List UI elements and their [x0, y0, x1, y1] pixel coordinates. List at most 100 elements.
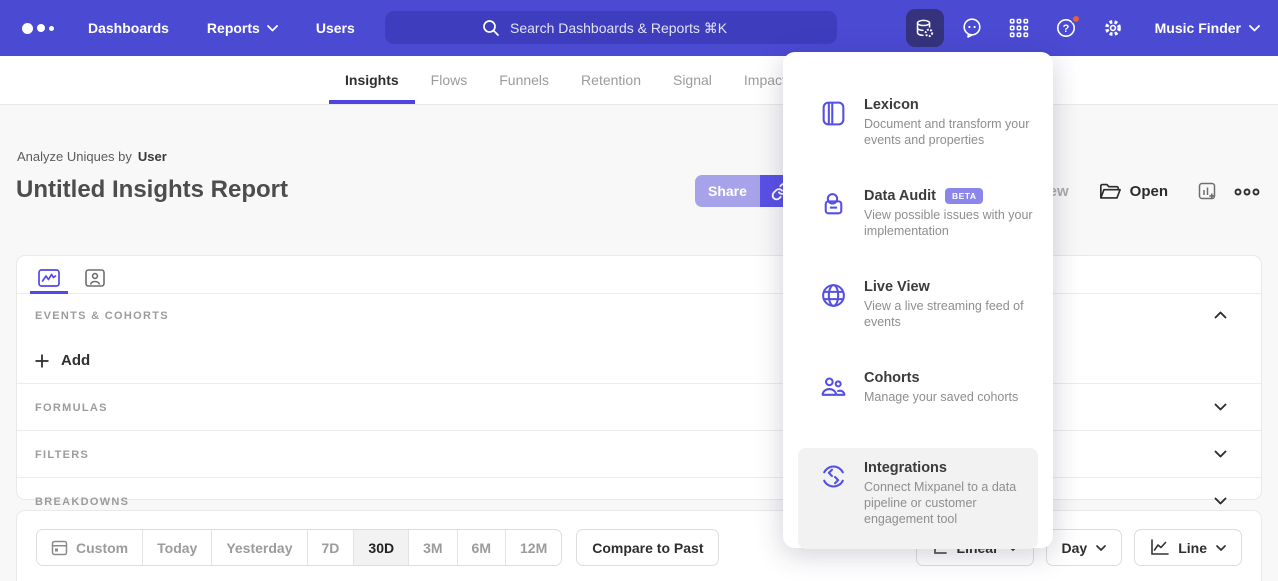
- tab-funnels[interactable]: Funnels: [483, 56, 565, 104]
- range-6m-button[interactable]: 6M: [458, 530, 506, 565]
- range-label: Custom: [76, 540, 128, 556]
- chevron-down-icon: [1249, 25, 1260, 32]
- header-actions: New Open: [1038, 175, 1262, 208]
- open-label: Open: [1130, 183, 1168, 200]
- menu-item-title: Integrations: [864, 460, 1040, 476]
- more-options-icon[interactable]: [1234, 188, 1260, 196]
- interval-label: Day: [1062, 540, 1088, 556]
- search-icon: [482, 19, 500, 37]
- svg-text:?: ?: [1062, 23, 1069, 35]
- nav-item-users[interactable]: Users: [316, 20, 355, 36]
- menu-item-title: Lexicon: [864, 97, 1040, 113]
- nav-label: Reports: [207, 20, 260, 36]
- tab-insights[interactable]: Insights: [329, 56, 415, 104]
- interval-dropdown[interactable]: Day: [1046, 529, 1123, 566]
- builder-icon-tabs: [17, 256, 1261, 294]
- breakdowns-header: BREAKDOWNS: [35, 496, 129, 508]
- top-nav: Dashboards Reports Users: [0, 0, 1278, 56]
- add-label: Add: [61, 352, 90, 369]
- global-search[interactable]: [385, 11, 837, 44]
- menu-item-description: View possible issues with your implement…: [864, 207, 1040, 239]
- range-custom-button[interactable]: Custom: [37, 530, 143, 565]
- menu-item-data-audit[interactable]: Data Audit BETA View possible issues wit…: [798, 176, 1038, 251]
- formulas-header: FORMULAS: [35, 402, 108, 414]
- compare-to-past-button[interactable]: Compare to Past: [576, 529, 719, 566]
- insights-chart-icon: [38, 269, 60, 288]
- tab-signal[interactable]: Signal: [657, 56, 728, 104]
- add-event-button[interactable]: Add: [35, 352, 115, 369]
- menu-item-integrations[interactable]: Integrations Connect Mixpanel to a data …: [798, 448, 1038, 549]
- query-builder-card: EVENTS & COHORTS Add FORMULAS FILTERS: [16, 255, 1262, 500]
- share-button[interactable]: Share: [695, 175, 760, 207]
- range-yesterday-button[interactable]: Yesterday: [212, 530, 307, 565]
- app-window: Dashboards Reports Users: [0, 0, 1278, 581]
- range-today-button[interactable]: Today: [143, 530, 212, 565]
- menu-item-title: Live View: [864, 279, 1040, 295]
- menu-item-description: Manage your saved cohorts: [864, 389, 1040, 405]
- menu-item-description: Connect Mixpanel to a data pipeline or c…: [864, 479, 1040, 527]
- events-cohorts-section: EVENTS & COHORTS Add: [17, 294, 1261, 384]
- lexicon-book-icon: [819, 97, 848, 148]
- chevron-up-icon[interactable]: [1214, 311, 1227, 319]
- apps-grid-icon[interactable]: [1000, 9, 1038, 47]
- open-report-button[interactable]: Open: [1099, 182, 1168, 201]
- cohorts-people-icon: [819, 370, 848, 420]
- messages-icon[interactable]: [953, 9, 991, 47]
- search-input[interactable]: [510, 20, 740, 36]
- events-view-tab[interactable]: [32, 263, 66, 293]
- nav-label: Dashboards: [88, 20, 169, 36]
- menu-item-title: Cohorts: [864, 370, 1040, 386]
- integrations-sync-icon: [819, 460, 848, 537]
- plus-icon: [35, 354, 49, 368]
- profiles-view-tab[interactable]: [78, 263, 112, 293]
- data-management-menu: Lexicon Document and transform your even…: [783, 52, 1053, 548]
- range-12m-button[interactable]: 12M: [506, 530, 561, 565]
- date-range-segmented-control: Custom Today Yesterday 7D 30D 3M 6M 12M: [36, 529, 562, 566]
- help-icon[interactable]: ?: [1047, 9, 1085, 47]
- subtitle-prefix: Analyze Uniques by: [17, 149, 132, 164]
- menu-item-description: Document and transform your events and p…: [864, 116, 1040, 148]
- calendar-icon: [51, 539, 68, 556]
- chevron-down-icon[interactable]: [1214, 403, 1227, 411]
- chevron-down-icon: [1216, 545, 1226, 551]
- user-profile-icon: [85, 269, 105, 288]
- range-7d-button[interactable]: 7D: [308, 530, 355, 565]
- mixpanel-logo-icon[interactable]: [22, 23, 54, 34]
- project-switcher[interactable]: Music Finder: [1155, 20, 1260, 36]
- nav-label: Users: [316, 20, 355, 36]
- notification-dot: [1071, 14, 1081, 24]
- project-name: Music Finder: [1155, 20, 1241, 36]
- page-title[interactable]: Untitled Insights Report: [16, 176, 288, 204]
- chevron-down-icon: [1096, 545, 1106, 551]
- menu-item-live-view[interactable]: Live View View a live streaming feed of …: [798, 267, 1038, 342]
- tab-flows[interactable]: Flows: [415, 56, 484, 104]
- beta-badge: BETA: [945, 188, 984, 204]
- filters-header: FILTERS: [35, 449, 89, 461]
- folder-icon: [1099, 182, 1121, 201]
- chart-toolbar-card: Custom Today Yesterday 7D 30D 3M 6M 12M …: [16, 510, 1262, 581]
- filters-section[interactable]: FILTERS: [17, 431, 1261, 478]
- range-30d-button[interactable]: 30D: [354, 530, 409, 565]
- data-management-icon[interactable]: [906, 9, 944, 47]
- menu-item-lexicon[interactable]: Lexicon Document and transform your even…: [798, 85, 1038, 160]
- chevron-down-icon[interactable]: [1214, 450, 1227, 458]
- live-view-globe-icon: [819, 279, 848, 330]
- data-audit-lock-icon: [819, 188, 848, 239]
- nav-item-reports[interactable]: Reports: [207, 20, 278, 36]
- range-3m-button[interactable]: 3M: [409, 530, 457, 565]
- nav-item-dashboards[interactable]: Dashboards: [88, 20, 169, 36]
- report-tabbar: Insights Flows Funnels Retention Signal …: [0, 56, 1278, 105]
- menu-item-description: View a live streaming feed of events: [864, 298, 1040, 330]
- settings-gear-icon[interactable]: [1094, 9, 1132, 47]
- menu-item-cohorts[interactable]: Cohorts Manage your saved cohorts: [798, 358, 1038, 432]
- menu-item-title-text: Data Audit: [864, 188, 936, 204]
- chart-type-dropdown[interactable]: Line: [1134, 529, 1242, 566]
- nav-right-group: ? Music Finder: [906, 0, 1260, 56]
- chart-type-label: Line: [1178, 540, 1207, 556]
- add-to-board-icon[interactable]: [1198, 182, 1218, 202]
- chevron-down-icon[interactable]: [1214, 497, 1227, 505]
- subtitle-entity[interactable]: User: [138, 149, 167, 164]
- formulas-section[interactable]: FORMULAS: [17, 384, 1261, 431]
- events-cohorts-header: EVENTS & COHORTS: [35, 310, 169, 322]
- tab-retention[interactable]: Retention: [565, 56, 657, 104]
